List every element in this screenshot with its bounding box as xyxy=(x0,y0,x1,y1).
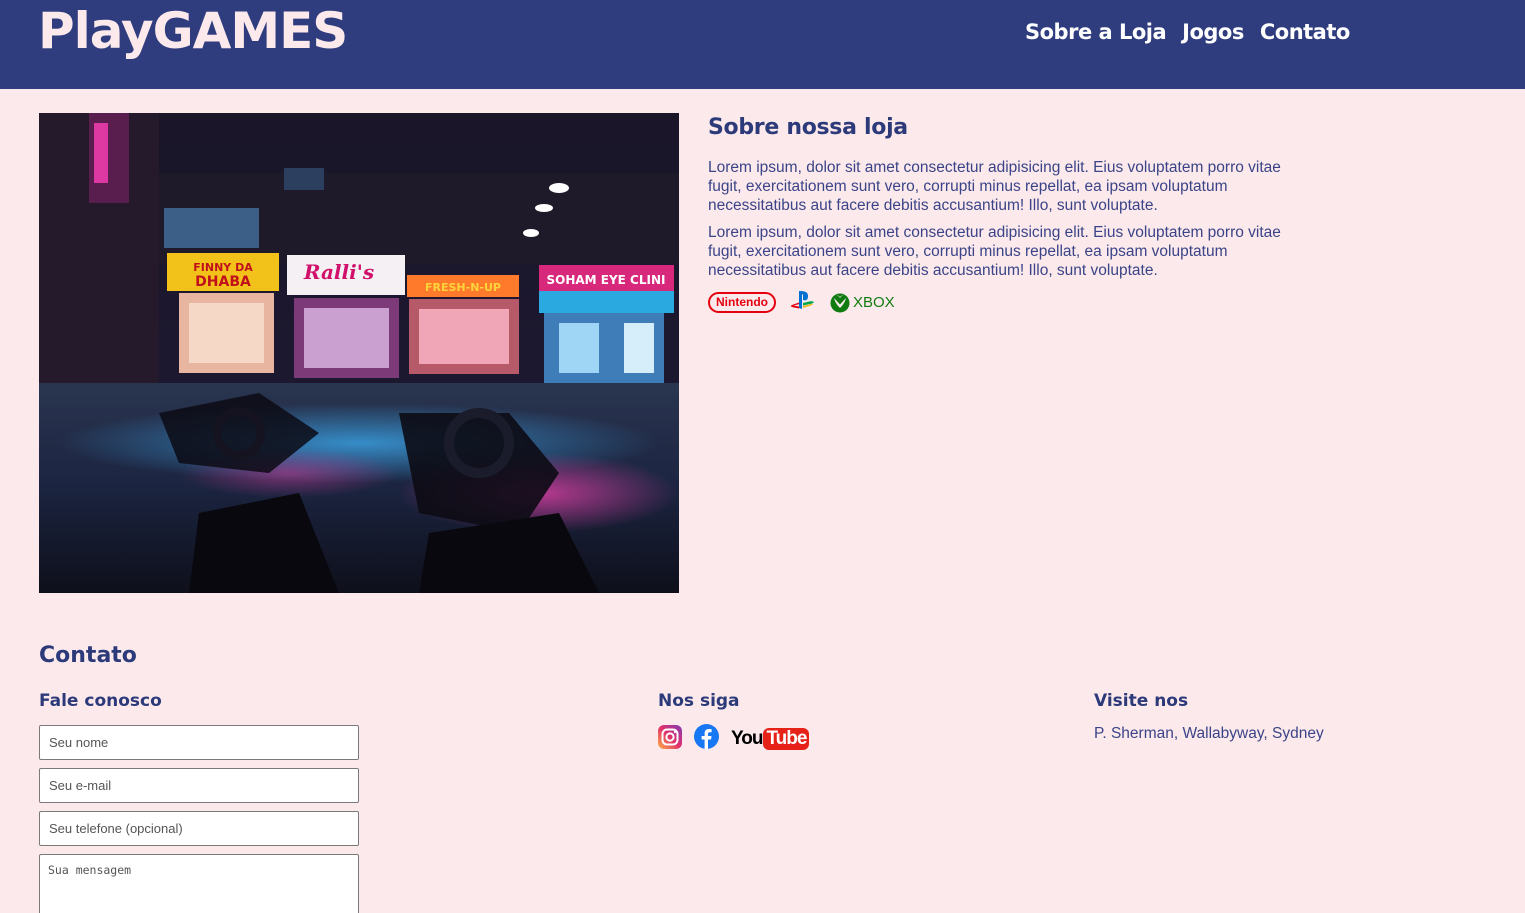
console-brands: Nintendo XBOX xyxy=(708,289,1308,316)
store-address: P. Sherman, Wallabyway, Sydney xyxy=(1094,725,1324,742)
email-input[interactable] xyxy=(39,768,359,803)
visit-title: Visite nos xyxy=(1094,691,1189,711)
xbox-logo: XBOX xyxy=(830,293,895,313)
about-paragraph-2: Lorem ipsum, dolor sit amet consectetur … xyxy=(708,224,1281,279)
svg-text:FRESH-N-UP: FRESH-N-UP xyxy=(425,281,501,294)
social-links: You Tube xyxy=(658,724,810,754)
svg-text:DHABA: DHABA xyxy=(195,274,251,290)
youtube-icon[interactable]: You Tube xyxy=(731,728,810,750)
youtube-tube-text: Tube xyxy=(763,728,810,750)
form-title: Fale conosco xyxy=(39,691,162,711)
facebook-icon[interactable] xyxy=(694,724,719,754)
name-input[interactable] xyxy=(39,725,359,760)
phone-input[interactable] xyxy=(39,811,359,846)
message-textarea[interactable] xyxy=(39,854,359,913)
youtube-you-text: You xyxy=(731,728,764,749)
nav-link-contato[interactable]: Contato xyxy=(1260,20,1350,44)
about-section: Sobre nossa loja Lorem ipsum, dolor sit … xyxy=(708,115,1308,316)
follow-title: Nos siga xyxy=(658,691,740,711)
about-title: Sobre nossa loja xyxy=(708,115,908,140)
playstation-icon xyxy=(790,289,816,316)
contact-title: Contato xyxy=(39,643,137,668)
nav-link-jogos[interactable]: Jogos xyxy=(1182,20,1244,44)
site-logo[interactable]: PlayGAMES xyxy=(38,2,348,60)
main-nav: Sobre a Loja Jogos Contato xyxy=(1025,20,1350,44)
site-header: PlayGAMES Sobre a Loja Jogos Contato xyxy=(0,0,1525,89)
night-street-image: FINNY DA DHABA Ralli's FRESH-N-UP SOHAM … xyxy=(39,113,679,593)
nav-link-sobre[interactable]: Sobre a Loja xyxy=(1025,20,1167,44)
nintendo-logo: Nintendo xyxy=(708,292,776,313)
store-photo: FINNY DA DHABA Ralli's FRESH-N-UP SOHAM … xyxy=(39,113,679,593)
instagram-icon[interactable] xyxy=(658,724,682,754)
xbox-icon xyxy=(830,293,850,312)
about-paragraph-1: Lorem ipsum, dolor sit amet consectetur … xyxy=(708,159,1281,214)
svg-text:SOHAM EYE CLINI: SOHAM EYE CLINI xyxy=(547,273,666,287)
xbox-label: XBOX xyxy=(853,294,895,311)
svg-text:Ralli's: Ralli's xyxy=(303,260,374,284)
svg-text:FINNY DA: FINNY DA xyxy=(193,261,253,274)
